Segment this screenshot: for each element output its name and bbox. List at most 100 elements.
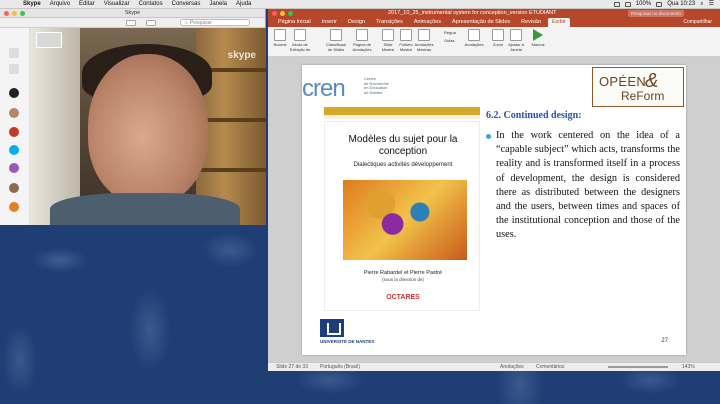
normal-view-icon (274, 29, 286, 41)
home-icon[interactable] (9, 48, 19, 58)
zoom-slider[interactable] (608, 366, 668, 368)
notes-icon (468, 29, 480, 41)
normal-view-button[interactable]: Normal (270, 29, 290, 48)
ribbon-view: Normal Modo de Exibição de Estrutura de … (268, 27, 720, 57)
menu-skype[interactable]: Skype (23, 0, 41, 9)
tab-slideshow[interactable]: Apresentação de Slides (448, 18, 514, 27)
search-placeholder: Pesquisar (189, 19, 213, 26)
book-direction: (sous la direction de) (382, 277, 424, 282)
menu-arquivo[interactable]: Arquivo (50, 0, 70, 9)
close-button[interactable] (272, 11, 277, 16)
notes-toggle[interactable]: Anotações (500, 364, 524, 370)
ppt-titlebar: 2017_10_25_instrumental system for conce… (268, 9, 720, 18)
slide-counter: Slide 27 de 33 (276, 364, 308, 370)
battery-level[interactable]: 100% (636, 0, 651, 9)
book-title: Modèles du sujet pour la conception (348, 134, 458, 157)
tab-insert[interactable]: Inserir (318, 18, 341, 27)
wifi-icon[interactable] (613, 2, 620, 7)
video-call-view[interactable]: skype (30, 28, 266, 225)
slide-canvas: cren Centre de Recherche en Éducation de… (268, 57, 720, 362)
university-logo (320, 319, 344, 337)
slide[interactable]: cren Centre de Recherche en Éducation de… (302, 65, 686, 355)
slide-sorter-icon (330, 29, 342, 41)
notes-page-icon (356, 29, 368, 41)
header-banner-sub (324, 115, 480, 119)
status-bar: Slide 27 de 33 Português (Brasil) Anotaç… (268, 362, 720, 371)
tab-animations[interactable]: Animações (410, 18, 445, 27)
zoom-button-ribbon[interactable]: Zoom (488, 29, 508, 48)
menu-ajuda[interactable]: Ajuda (236, 0, 251, 9)
slide-master-button[interactable]: Slide Mestre (378, 29, 398, 52)
clock[interactable]: Qua 10:23 (667, 0, 695, 9)
spotlight-icon[interactable]: ⌕ (700, 0, 703, 9)
university-name: UNIVERSITÉ DE NANTES (320, 339, 375, 344)
skype-window-title: Skype (124, 10, 141, 16)
skype-search-input[interactable]: ⌕ Pesquisar (180, 19, 250, 26)
bullet-text: In the work centered on the idea of a “c… (496, 130, 680, 241)
skype-window: Skype ⌕ Pesquisar skype (0, 9, 266, 225)
notes-page-button[interactable]: Página de Anotações (352, 29, 372, 52)
notes-master-icon (418, 29, 430, 41)
search-icon: ⌕ (185, 19, 188, 26)
section-title: 6.2. Continued design: (486, 110, 582, 121)
menu-contatos[interactable]: Contatos (139, 0, 163, 9)
fit-to-window-icon (510, 29, 522, 41)
outline-view-icon (294, 29, 306, 41)
tab-review[interactable]: Revisão (517, 18, 545, 27)
contact-avatar[interactable] (9, 145, 19, 155)
zoom-level[interactable]: 143% (682, 364, 695, 370)
comments-toggle[interactable]: Comentários (536, 364, 564, 370)
opeen-reform-logo: OPÉEN & ReForm (592, 67, 684, 107)
macros-button[interactable]: Macros (528, 29, 548, 48)
book-cover-art (343, 180, 467, 260)
menu-editar[interactable]: Editar (79, 0, 95, 9)
contact-avatar[interactable] (9, 202, 19, 212)
self-view-preview[interactable] (36, 32, 62, 48)
menu-visualizar[interactable]: Visualizar (104, 0, 130, 9)
outline-view-button[interactable]: Modo de Exibição de Estrutura de Tópicos (288, 29, 312, 52)
notes-button[interactable]: Anotações (464, 29, 484, 48)
contact-avatar[interactable] (9, 163, 19, 173)
publisher-logo: OCTARES (386, 294, 420, 301)
share-button[interactable]: Compartilhar (683, 19, 712, 25)
battery-icon[interactable] (656, 2, 663, 7)
menu-bar: Skype Arquivo Editar Visualizar Contatos… (0, 0, 720, 9)
caller-video (88, 54, 208, 204)
active-call-avatar[interactable] (9, 88, 19, 98)
language-indicator[interactable]: Português (Brasil) (320, 364, 360, 370)
bullet-icon (486, 134, 491, 139)
book-cover: Modèles du sujet pour la conception Dial… (324, 121, 480, 311)
skype-watermark: skype (227, 50, 256, 61)
notes-master-button[interactable]: Anotações Mestras (414, 29, 434, 52)
fit-to-window-button[interactable]: Ajustar à Janela (506, 29, 526, 52)
new-chat-button[interactable] (126, 20, 136, 26)
menu-conversas[interactable]: Conversas (172, 0, 201, 9)
contact-avatar[interactable] (9, 183, 19, 193)
handout-master-icon (400, 29, 412, 41)
ppt-window-title: 2017_10_25_instrumental system for conce… (388, 10, 557, 16)
ppt-search-input[interactable]: Pesquisar no documento (628, 10, 684, 17)
handout-master-button[interactable]: Folheto Mestre (396, 29, 416, 52)
tab-home[interactable]: Página Inicial (274, 18, 315, 27)
tab-view[interactable]: Exibir (548, 18, 570, 27)
guides-checkbox[interactable]: Guias (444, 38, 464, 44)
cren-logo: cren Centre de Recherche en Éducation de… (302, 75, 389, 102)
call-button[interactable] (146, 20, 156, 26)
ribbon-tabs: Página Inicial Inserir Design Transições… (268, 18, 720, 27)
menu-janela[interactable]: Janela (209, 0, 227, 9)
volume-icon[interactable] (624, 2, 631, 7)
window-controls (272, 11, 293, 16)
tab-transitions[interactable]: Transições (372, 18, 407, 27)
contacts-icon[interactable] (9, 64, 19, 74)
ruler-checkbox[interactable]: Régua (444, 30, 464, 36)
contact-avatar[interactable] (9, 127, 19, 137)
notification-center-icon[interactable]: ☰ (709, 0, 714, 9)
zoom-button[interactable] (288, 11, 293, 16)
contact-avatar[interactable] (9, 108, 19, 118)
book-authors: Pierre Rabardel et Pierre Pastré (363, 270, 443, 276)
minimize-button[interactable] (280, 11, 285, 16)
header-banner (324, 107, 480, 115)
slide-sorter-button[interactable]: Classificador de Slides (326, 29, 346, 52)
skype-titlebar: Skype (0, 9, 265, 18)
tab-design[interactable]: Design (344, 18, 369, 27)
